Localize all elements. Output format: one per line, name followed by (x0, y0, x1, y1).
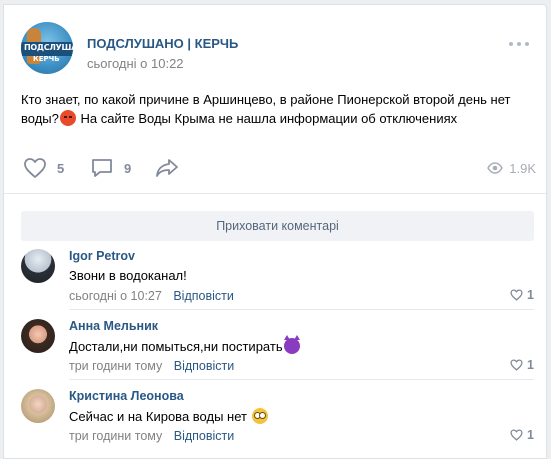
comment-like-count: 1 (527, 358, 534, 372)
comment-icon (92, 159, 112, 177)
comment-like-count: 1 (527, 428, 534, 442)
post-time-link[interactable]: сьогодні о 10:22 (87, 56, 184, 71)
reply-link[interactable]: Відповісти (174, 429, 235, 443)
comment-like-button[interactable]: 1 (510, 358, 534, 372)
comment-divider (69, 379, 534, 380)
post-actions: 5 9 1.9K (21, 155, 536, 181)
more-options-icon[interactable] (509, 42, 529, 48)
share-icon (156, 159, 178, 177)
hide-comments-button[interactable]: Приховати коментарі (21, 211, 534, 241)
comment-item: Igor Petrov Звони в водоканал! сьогодні … (21, 249, 534, 303)
divider (4, 193, 546, 194)
comment-author-link[interactable]: Анна Мельник (69, 319, 158, 333)
comment-author-link[interactable]: Кристина Леонова (69, 389, 184, 403)
comment-item: Кристина Леонова Сейчас и на Кирова воды… (21, 389, 534, 443)
comment-text: Сейчас и на Кирова воды нет (69, 408, 269, 424)
angry-face-icon (59, 110, 76, 126)
post-header: ПОДСЛУШАНО КЕРЧЬ ПОДСЛУШАНО | КЕРЧЬ сьог… (21, 22, 531, 76)
comment-meta: три години тому Відповісти (69, 429, 234, 443)
avatar-logo-text-2: КЕРЧЬ (33, 55, 60, 63)
like-button[interactable]: 5 (23, 155, 64, 181)
heart-icon (510, 429, 523, 441)
comment-count: 9 (124, 160, 132, 176)
heart-icon (510, 359, 523, 371)
comment-button[interactable]: 9 (90, 155, 131, 181)
comment-like-count: 1 (527, 288, 534, 302)
heart-icon (24, 158, 46, 178)
comment-meta: три години тому Відповісти (69, 359, 234, 373)
comment-time-link[interactable]: три години тому (69, 429, 162, 443)
smiling-devil-icon (283, 335, 300, 354)
share-button[interactable] (154, 155, 180, 181)
post-text: Кто знает, по какой причине в Аршинцево,… (21, 92, 511, 126)
comment-meta: сьогодні о 10:27 Відповісти (69, 289, 234, 303)
comment-divider (69, 309, 534, 310)
reply-link[interactable]: Відповісти (173, 289, 234, 303)
eye-icon (487, 162, 504, 174)
comment-like-button[interactable]: 1 (510, 288, 534, 302)
comment-text: Достали,ни помыться,ни постирать (69, 335, 301, 354)
comment-time-link[interactable]: три години тому (69, 359, 162, 373)
like-count: 5 (57, 160, 65, 176)
comment-item: Анна Мельник Достали,ни помыться,ни пост… (21, 319, 534, 373)
comment-author-link[interactable]: Igor Petrov (69, 249, 135, 263)
heart-icon (510, 289, 523, 301)
avatar[interactable] (21, 249, 55, 283)
comment-like-button[interactable]: 1 (510, 428, 534, 442)
reply-link[interactable]: Відповісти (174, 359, 235, 373)
comment-text: Звони в водоканал! (69, 268, 187, 283)
group-name-link[interactable]: ПОДСЛУШАНО | КЕРЧЬ (87, 36, 238, 51)
avatar[interactable] (21, 389, 55, 423)
views-counter: 1.9K (487, 155, 536, 181)
post-card: ПОДСЛУШАНО КЕРЧЬ ПОДСЛУШАНО | КЕРЧЬ сьог… (3, 4, 547, 459)
views-count: 1.9K (509, 160, 536, 176)
comment-time-link[interactable]: сьогодні о 10:27 (69, 289, 162, 303)
avatar-logo-text: ПОДСЛУШАНО (24, 43, 73, 52)
group-avatar[interactable]: ПОДСЛУШАНО КЕРЧЬ (21, 22, 73, 74)
flushed-face-icon (251, 408, 268, 424)
avatar[interactable] (21, 319, 55, 353)
